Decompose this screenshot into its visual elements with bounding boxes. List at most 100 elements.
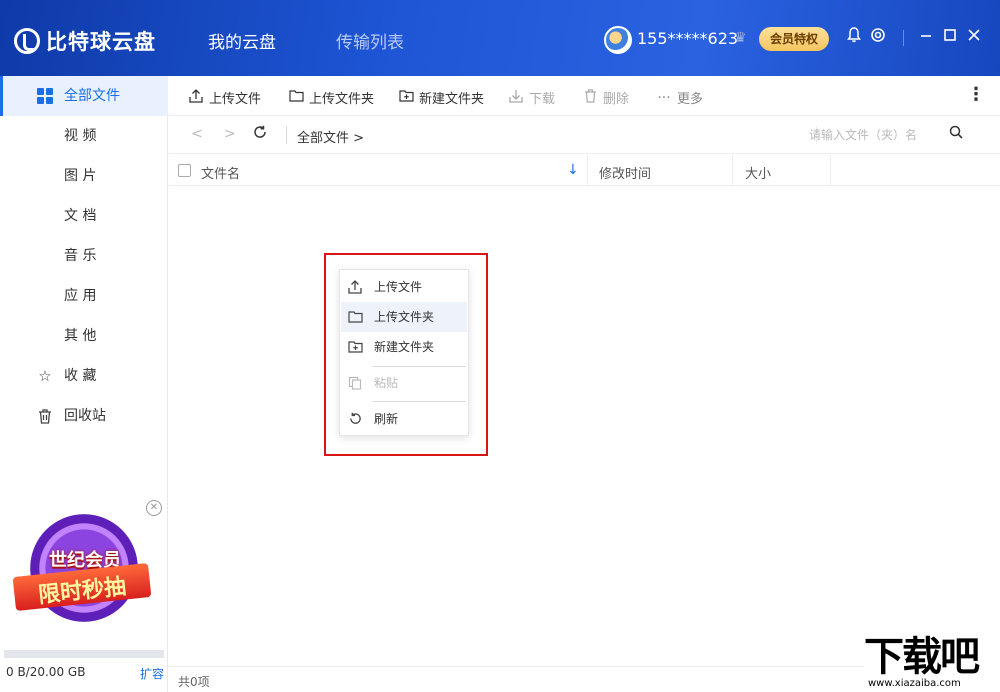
context-menu-item-new-folder[interactable]: 新建文件夹 (341, 332, 467, 362)
sidebar-item-all-files[interactable]: 全部文件 (0, 76, 168, 116)
vip-button[interactable]: 会员特权 (759, 27, 829, 51)
new-folder-button[interactable]: 新建文件夹 (398, 88, 484, 107)
context-menu-item-refresh[interactable]: 刷新 (341, 404, 467, 434)
column-divider (587, 155, 588, 186)
paste-icon (347, 368, 363, 398)
maximize-icon[interactable] (940, 27, 960, 46)
search-icon[interactable] (949, 125, 963, 143)
breadcrumb[interactable]: 全部文件 > (297, 127, 364, 146)
expand-storage-link[interactable]: 扩容 (140, 665, 164, 682)
sidebar-item-other[interactable]: 其 他 (0, 316, 168, 356)
forward-icon[interactable]: > (224, 126, 236, 142)
context-menu-item-upload-folder[interactable]: 上传文件夹 (341, 302, 467, 332)
download-button[interactable]: 下载 (508, 88, 555, 107)
trash-icon (582, 88, 598, 107)
context-menu-item-paste[interactable]: 粘贴 (341, 368, 467, 398)
sidebar-item-video[interactable]: 视 频 (0, 116, 168, 156)
new-folder-label: 新建文件夹 (419, 92, 485, 107)
sidebar-item-label: 视 频 (64, 128, 97, 144)
app-logo: 比特球云盘 (14, 26, 156, 56)
sidebar-item-label: 文 档 (64, 208, 97, 224)
delete-button[interactable]: 删除 (582, 88, 629, 107)
column-modified-time[interactable]: 修改时间 (599, 163, 651, 182)
promo-banner[interactable]: 世纪会员 限时秒抽 (8, 506, 158, 646)
upload-file-button[interactable]: 上传文件 (188, 88, 261, 107)
refresh-icon[interactable] (253, 125, 267, 143)
folder-icon (347, 302, 363, 332)
download-label: 下载 (529, 92, 556, 107)
sidebar-item-favorites[interactable]: ☆ 收 藏 (0, 356, 168, 396)
context-menu-divider (372, 401, 466, 402)
context-menu-item-upload-file[interactable]: 上传文件 (341, 272, 467, 302)
sidebar-item-label: 收 藏 (64, 368, 97, 384)
title-bar: 比特球云盘 我的云盘 传输列表 155*****623 ♛ 会员特权 (0, 0, 1000, 76)
crown-icon: ♛ (734, 30, 747, 46)
quota-text: 0 B/20.00 GB (6, 665, 86, 679)
folder-icon (288, 89, 304, 106)
sidebar-item-images[interactable]: 图 片 (0, 156, 168, 196)
sidebar-item-label: 其 他 (64, 328, 97, 344)
column-filename[interactable]: 文件名 (201, 163, 240, 182)
search-input[interactable] (809, 125, 939, 145)
avatar[interactable] (604, 26, 632, 54)
select-all-checkbox[interactable] (178, 164, 191, 177)
watermark-url: www.xiazaiba.com (868, 678, 961, 689)
upload-icon (347, 272, 363, 302)
new-folder-icon (398, 89, 414, 106)
ellipsis-icon: ··· (657, 89, 671, 106)
overflow-menu-icon[interactable]: ⋮ (967, 84, 985, 105)
column-divider (732, 155, 733, 186)
item-count: 共0项 (178, 675, 210, 689)
upload-icon (188, 88, 204, 107)
navigation-bar: < > 全部文件 > (169, 116, 1000, 154)
sidebar-item-label: 应 用 (64, 288, 97, 304)
context-menu-label: 上传文件夹 (374, 310, 435, 324)
watermark-text: 下载吧 (864, 634, 980, 680)
header-divider (903, 30, 904, 46)
download-icon (508, 89, 524, 107)
sidebar-item-music[interactable]: 音 乐 (0, 236, 168, 276)
more-button[interactable]: ··· 更多 (656, 88, 704, 108)
more-label: 更多 (677, 92, 704, 107)
close-icon[interactable] (964, 27, 984, 46)
toolbar: 上传文件 上传文件夹 新建文件夹 下载 删除 ··· 更多 ⋮ (169, 76, 1000, 116)
context-menu: 上传文件 上传文件夹 新建文件夹 粘贴 刷新 (339, 269, 469, 436)
breadcrumb-divider (286, 126, 287, 144)
upload-folder-label: 上传文件夹 (309, 92, 375, 107)
sidebar-item-apps[interactable]: 应 用 (0, 276, 168, 316)
username[interactable]: 155*****623 (637, 29, 738, 48)
file-table-header: 文件名 ↓ 修改时间 大小 (169, 155, 1000, 186)
trash-icon (36, 396, 54, 436)
sort-down-icon[interactable]: ↓ (567, 162, 579, 178)
watermark-logo: 下载吧 www.xiazaiba.com (864, 634, 1000, 692)
tab-my-cloud[interactable]: 我的云盘 (208, 28, 276, 53)
back-icon[interactable]: < (191, 126, 203, 142)
sidebar-item-label: 回收站 (64, 408, 106, 424)
sidebar-item-label: 全部文件 (64, 88, 120, 104)
context-menu-label: 刷新 (374, 412, 399, 426)
delete-label: 删除 (603, 92, 630, 107)
new-folder-icon (347, 332, 363, 362)
column-divider (830, 155, 831, 186)
sidebar: 全部文件 视 频 图 片 文 档 音 乐 应 用 其 他 ☆ 收 藏 回收站 世… (0, 76, 168, 692)
sidebar-item-label: 音 乐 (64, 248, 97, 264)
minimize-icon[interactable] (916, 27, 936, 46)
context-menu-label: 上传文件 (374, 280, 423, 294)
sidebar-item-documents[interactable]: 文 档 (0, 196, 168, 236)
gear-icon[interactable] (868, 27, 888, 47)
context-menu-divider (372, 366, 466, 367)
column-size[interactable]: 大小 (745, 163, 771, 182)
sidebar-item-label: 图 片 (64, 168, 97, 184)
quota-bar (4, 650, 164, 658)
upload-file-label: 上传文件 (209, 92, 262, 107)
sidebar-item-recycle-bin[interactable]: 回收站 (0, 396, 168, 436)
bell-icon[interactable] (844, 27, 864, 47)
logo-text: 比特球云盘 (46, 30, 156, 54)
promo-close-icon[interactable]: ✕ (146, 500, 162, 516)
context-menu-label: 粘贴 (374, 376, 399, 390)
star-icon: ☆ (38, 367, 52, 385)
tab-transfer-list[interactable]: 传输列表 (336, 28, 404, 53)
upload-folder-button[interactable]: 上传文件夹 (288, 88, 374, 107)
context-menu-label: 新建文件夹 (374, 340, 435, 354)
logo-icon (14, 28, 40, 54)
